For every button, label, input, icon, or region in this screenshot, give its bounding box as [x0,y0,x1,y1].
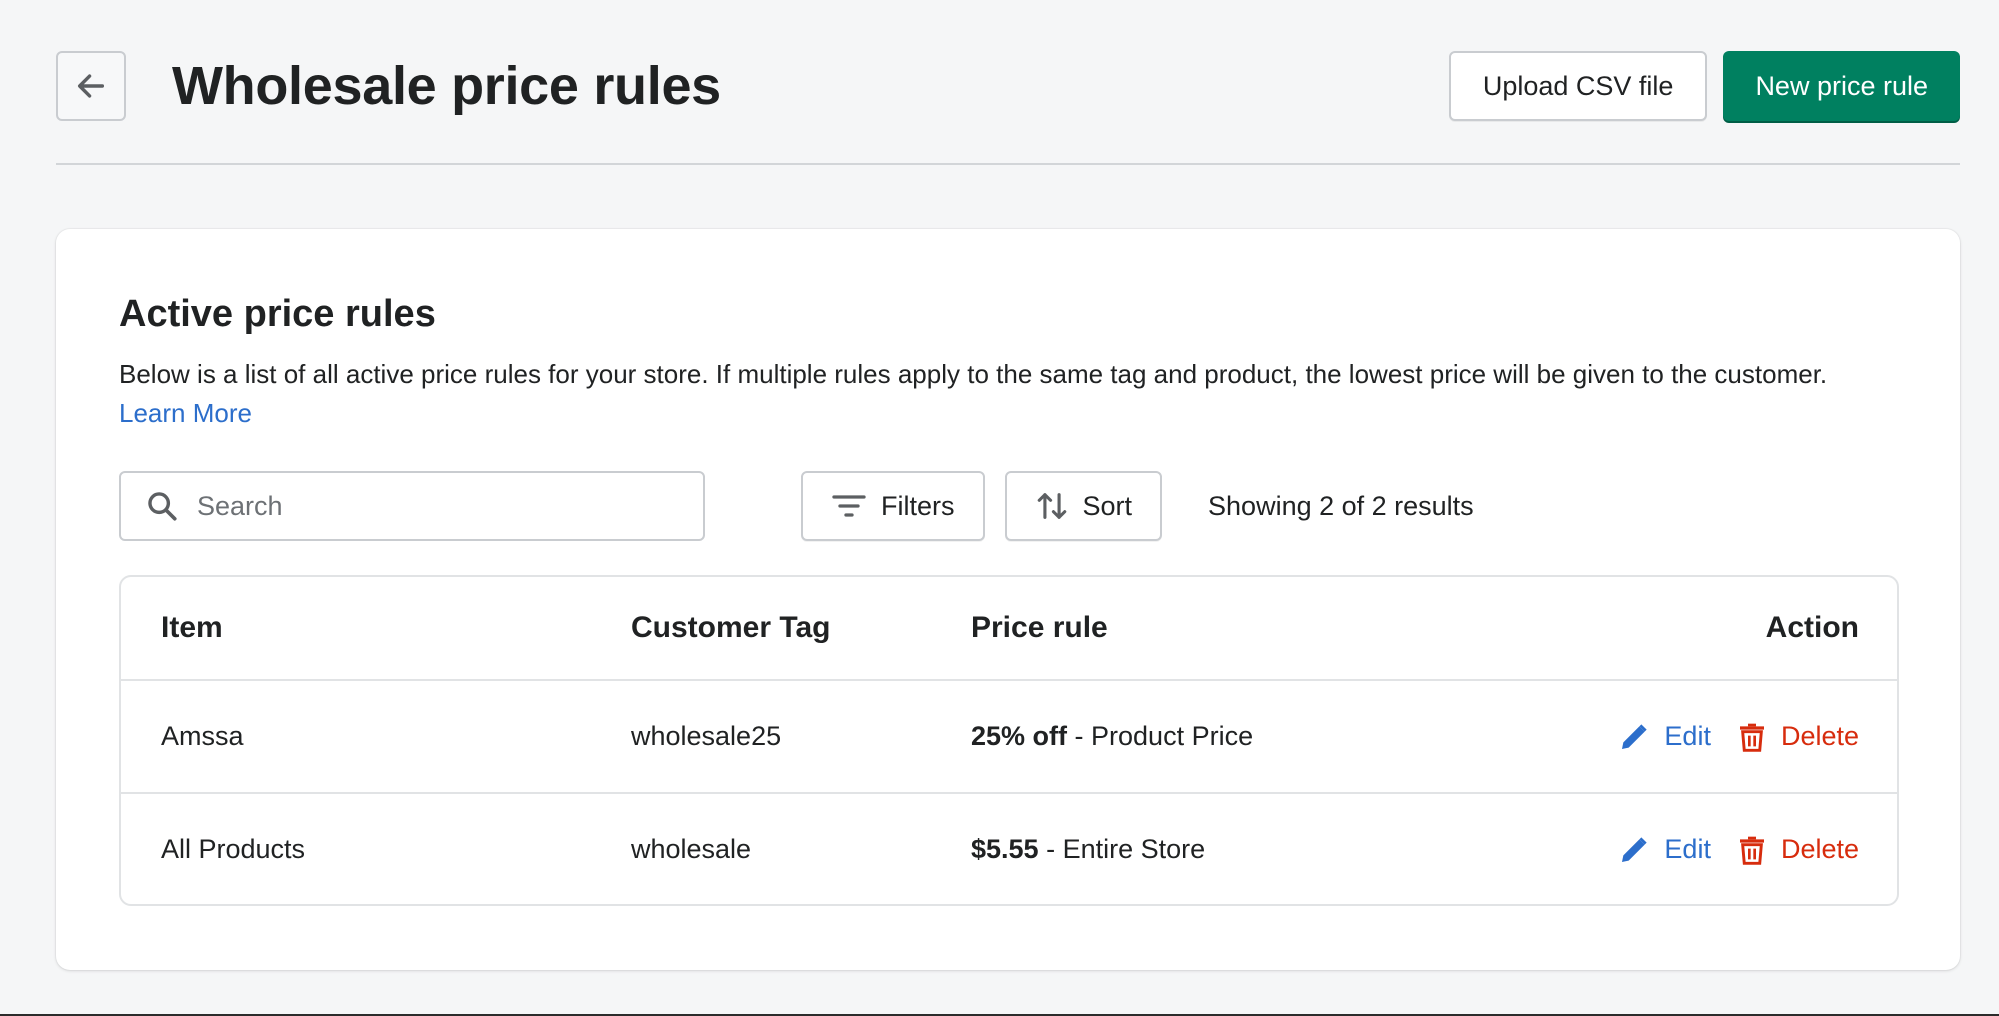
learn-more-link[interactable]: Learn More [119,398,252,428]
rule-value: 25% off [971,721,1068,751]
filters-button[interactable]: Filters [801,471,985,541]
page-title: Wholesale price rules [172,56,721,116]
sort-label: Sort [1082,490,1133,521]
card-description: Below is a list of all active price rule… [119,355,1879,433]
cell-actions: Edit Delete [1571,721,1897,753]
column-header-action: Action [1765,611,1859,644]
active-rules-card: Active price rules Below is a list of al… [56,229,1960,970]
delete-link[interactable]: Delete [1737,721,1859,753]
new-price-rule-button[interactable]: New price rule [1723,51,1960,121]
cell-price-rule: $5.55 - Entire Store [971,834,1571,865]
delete-label: Delete [1780,834,1859,864]
cell-item: All Products [161,834,306,864]
trash-icon [1739,836,1764,865]
delete-label: Delete [1780,721,1859,751]
header-divider [56,163,1960,165]
edit-label: Edit [1664,721,1711,751]
price-rules-table: Item Customer Tag Price rule Action Amss… [119,575,1899,906]
description-text: Below is a list of all active price rule… [119,359,1828,389]
upload-csv-button[interactable]: Upload CSV file [1448,51,1708,121]
cell-customer-tag: wholesale25 [631,721,782,751]
edit-label: Edit [1664,834,1711,864]
rule-scope: - Entire Store [1038,834,1206,864]
back-button[interactable] [56,51,126,121]
arrow-left-icon [77,74,105,98]
search-input[interactable] [197,490,677,522]
search-box[interactable] [119,471,705,541]
column-header-customer-tag: Customer Tag [631,611,831,644]
header-actions: Upload CSV file New price rule [1448,51,1960,121]
filter-icon [832,495,866,517]
delete-link[interactable]: Delete [1737,834,1859,866]
edit-link[interactable]: Edit [1618,721,1711,753]
table-row: All Products wholesale $5.55 - Entire St… [121,792,1897,904]
table-toolbar: Filters Sort Showing 2 of 2 results [119,471,1899,541]
column-header-item: Item [161,611,223,644]
column-header-price-rule: Price rule [971,611,1108,644]
pencil-icon [1622,836,1648,862]
table-row: Amssa wholesale25 25% off - Product Pric… [121,679,1897,792]
sort-icon [1037,493,1066,519]
page-header: Wholesale price rules Upload CSV file Ne… [56,50,1960,122]
table-header-row: Item Customer Tag Price rule Action [121,577,1897,679]
filters-label: Filters [881,490,955,521]
edit-link[interactable]: Edit [1618,834,1711,866]
card-title: Active price rules [119,293,436,335]
search-icon [148,492,177,521]
rule-scope: - Product Price [1067,721,1254,751]
cell-price-rule: 25% off - Product Price [971,721,1571,752]
cell-customer-tag: wholesale [631,834,752,864]
cell-item: Amssa [161,721,244,751]
rule-value: $5.55 [971,834,1039,864]
pencil-icon [1622,723,1648,749]
trash-icon [1739,723,1764,752]
results-count: Showing 2 of 2 results [1208,490,1474,521]
cell-actions: Edit Delete [1571,834,1897,866]
sort-button[interactable]: Sort [1004,471,1163,541]
